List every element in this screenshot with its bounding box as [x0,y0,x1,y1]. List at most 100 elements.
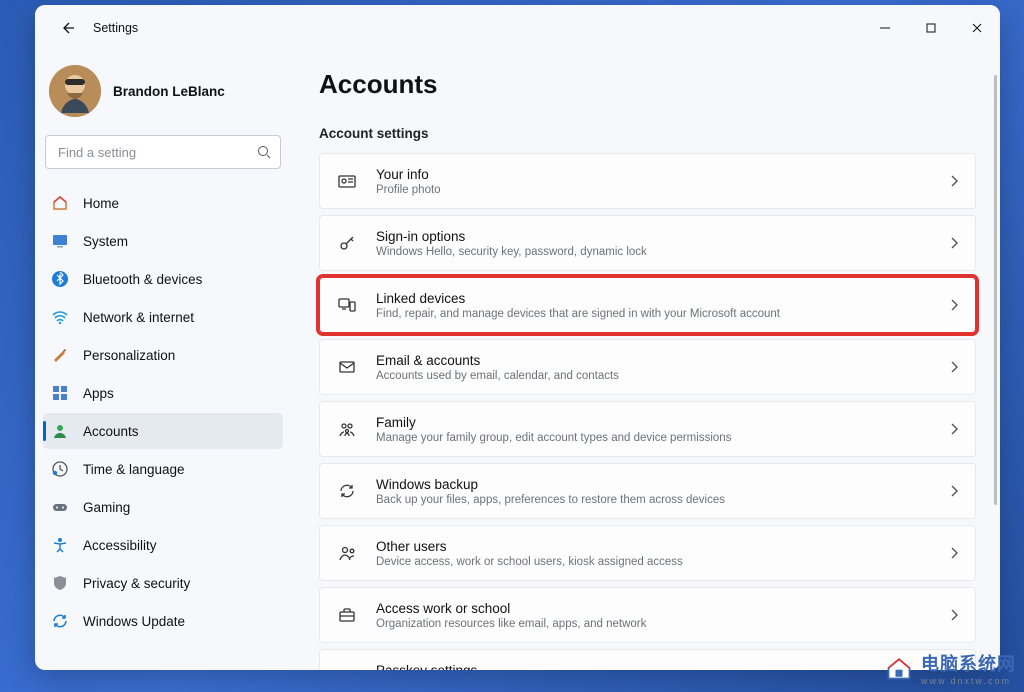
arrow-left-icon [59,20,75,36]
nav-item-label: Gaming [83,500,130,515]
card-title: Passkey settings [376,663,704,671]
card-list: Your info Profile photo Sign-in options Win… [319,153,976,670]
nav-item-system[interactable]: System [43,223,283,259]
nav-item-label: Accessibility [83,538,157,553]
search-wrap [45,135,281,169]
scrollbar[interactable] [994,75,997,505]
accessibility-icon [51,536,69,554]
search-input[interactable] [45,135,281,169]
nav-item-label: Network & internet [83,310,194,325]
card-title: Email & accounts [376,353,619,368]
content: Accounts Account settings Your info Profi… [291,51,1000,670]
devices-icon [336,294,358,316]
nav-item-label: Bluetooth & devices [83,272,202,287]
card-title: Access work or school [376,601,646,616]
system-icon [51,232,69,250]
passkey-icon [336,666,358,670]
card-subtitle: Accounts used by email, calendar, and co… [376,370,619,382]
nav-item-label: Apps [83,386,114,401]
settings-card-backup[interactable]: Windows backup Back up your files, apps, … [319,463,976,519]
nav-item-label: System [83,234,128,249]
avatar-image [49,65,101,117]
nav-item-time[interactable]: Time & language [43,451,283,487]
nav-item-bluetooth[interactable]: Bluetooth & devices [43,261,283,297]
settings-card-briefcase[interactable]: Access work or school Organization resour… [319,587,976,643]
section-title: Account settings [319,126,976,141]
back-button[interactable] [53,14,81,42]
card-title: Other users [376,539,683,554]
nav-item-label: Time & language [83,462,185,477]
card-title: Windows backup [376,477,725,492]
settings-window: Settings [35,5,1000,670]
card-subtitle: Manage your family group, edit account t… [376,432,731,444]
settings-card-passkey[interactable]: Passkey settingsUse your face, fingerpri… [319,649,976,670]
profile-row[interactable]: Brandon LeBlanc [43,55,283,135]
apps-icon [51,384,69,402]
update-icon [51,612,69,630]
time-icon [51,460,69,478]
card-title: Your info [376,167,441,182]
settings-card-other-users[interactable]: Other users Device access, work or school… [319,525,976,581]
chevron-right-icon [949,360,959,374]
key-icon [336,232,358,254]
minimize-icon [880,23,890,33]
other-users-icon [336,542,358,564]
chevron-right-icon [949,236,959,250]
avatar [49,65,101,117]
bluetooth-icon [51,270,69,288]
family-icon [336,418,358,440]
card-subtitle: Back up your files, apps, preferences to… [376,494,725,506]
settings-card-person-card[interactable]: Your info Profile photo [319,153,976,209]
user-name: Brandon LeBlanc [113,84,225,99]
titlebar: Settings [35,5,1000,51]
nav-item-home[interactable]: Home [43,185,283,221]
card-title: Family [376,415,731,430]
nav-item-label: Windows Update [83,614,185,629]
close-button[interactable] [954,5,1000,51]
window-title: Settings [93,21,138,35]
page-title: Accounts [319,69,976,100]
gaming-icon [51,498,69,516]
window-controls [862,5,1000,51]
nav-item-accessibility[interactable]: Accessibility [43,527,283,563]
settings-card-key[interactable]: Sign-in options Windows Hello, security k… [319,215,976,271]
maximize-button[interactable] [908,5,954,51]
nav-item-accounts[interactable]: Accounts [43,413,283,449]
nav-item-personalization[interactable]: Personalization [43,337,283,373]
settings-card-mail[interactable]: Email & accounts Accounts used by email, … [319,339,976,395]
card-subtitle: Organization resources like email, apps,… [376,618,646,630]
personalization-icon [51,346,69,364]
nav-item-privacy[interactable]: Privacy & security [43,565,283,601]
nav-item-label: Accounts [83,424,139,439]
chevron-right-icon [949,174,959,188]
sidebar: Brandon LeBlanc Home System Bluetooth & de… [35,51,291,670]
card-subtitle: Find, repair, and manage devices that ar… [376,308,780,320]
nav-item-gaming[interactable]: Gaming [43,489,283,525]
person-card-icon [336,170,358,192]
chevron-right-icon [949,484,959,498]
briefcase-icon [336,604,358,626]
card-subtitle: Windows Hello, security key, password, d… [376,246,647,258]
accounts-icon [51,422,69,440]
nav-item-apps[interactable]: Apps [43,375,283,411]
settings-card-family[interactable]: Family Manage your family group, edit acc… [319,401,976,457]
mail-icon [336,356,358,378]
nav-item-label: Privacy & security [83,576,190,591]
watermark-url: www.dnxtw.com [921,676,1011,686]
card-title: Sign-in options [376,229,647,244]
card-subtitle: Profile photo [376,184,441,196]
nav-item-network[interactable]: Network & internet [43,299,283,335]
nav-item-update[interactable]: Windows Update [43,603,283,639]
card-subtitle: Device access, work or school users, kio… [376,556,683,568]
card-title: Linked devices [376,291,780,306]
minimize-button[interactable] [862,5,908,51]
home-icon [51,194,69,212]
nav: Home System Bluetooth & devices Network & i… [43,185,283,639]
settings-card-devices[interactable]: Linked devices Find, repair, and manage d… [319,277,976,333]
chevron-right-icon [949,546,959,560]
chevron-right-icon [949,422,959,436]
nav-item-label: Home [83,196,119,211]
maximize-icon [926,23,936,33]
chevron-right-icon [949,298,959,312]
chevron-right-icon [949,608,959,622]
